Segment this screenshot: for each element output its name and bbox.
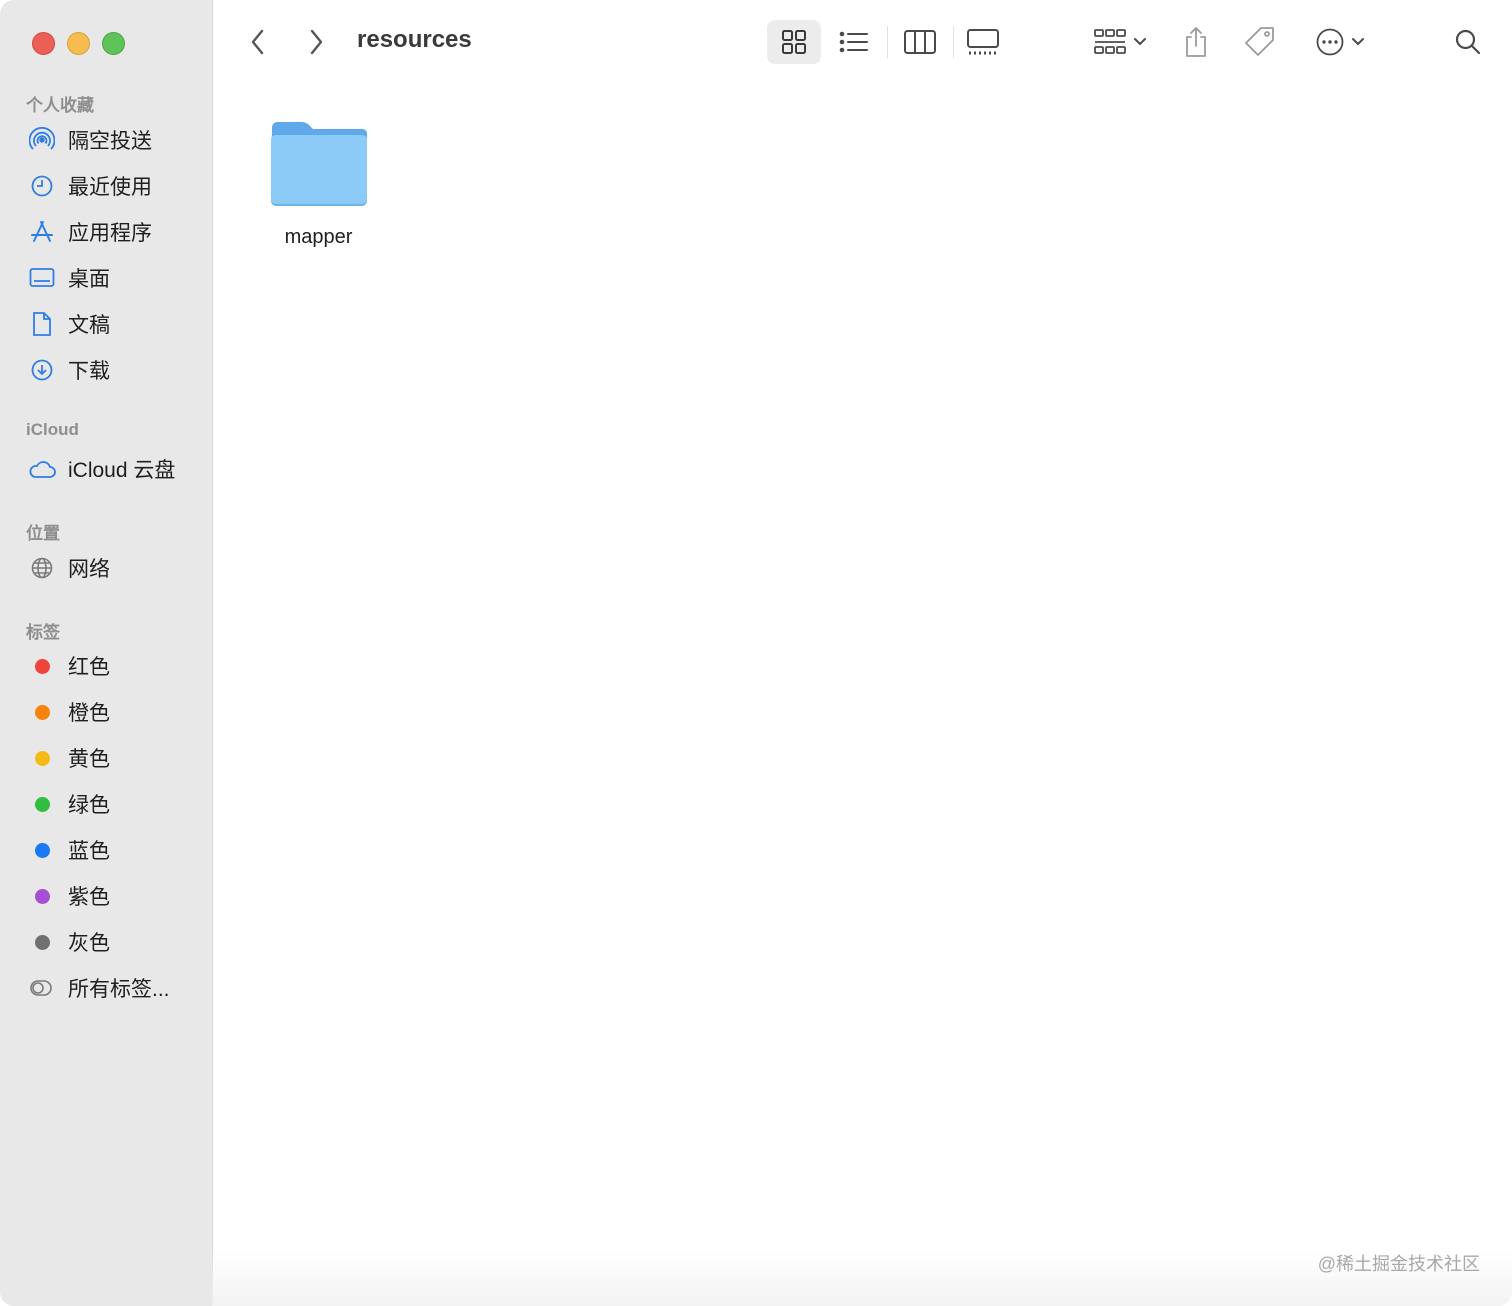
sidebar-item-label: 网络: [68, 558, 110, 581]
sidebar-item-label: iCloud 云盘: [68, 459, 176, 482]
finder-window: 个人收藏 隔空投送 最近使用 应用程序 桌面 文稿 下载 iCloud iClo…: [0, 0, 1512, 1306]
group-icon: [1094, 29, 1126, 54]
tag-color-icon: [34, 796, 50, 812]
sidebar-item-label: 灰色: [68, 932, 110, 955]
globe-icon: [28, 554, 56, 582]
search-button[interactable]: [1448, 20, 1488, 64]
back-button[interactable]: [240, 24, 276, 60]
locations-section-title: 位置: [26, 524, 60, 543]
gallery-view-button[interactable]: [959, 20, 1007, 64]
group-by-button[interactable]: [1088, 20, 1152, 64]
toolbar-separator: [953, 26, 954, 58]
sidebar-tag-gray[interactable]: 灰色: [28, 926, 204, 958]
tag-color-icon: [34, 934, 50, 950]
tag-color-icon: [34, 658, 50, 674]
sidebar-item-downloads[interactable]: 下载: [28, 354, 204, 386]
chevron-down-icon: [1134, 38, 1146, 46]
desktop-icon: [28, 264, 56, 292]
grid-icon: [782, 30, 806, 54]
folder-label[interactable]: mapper: [246, 226, 391, 249]
download-icon: [28, 356, 56, 384]
sidebar-item-network[interactable]: 网络: [28, 552, 204, 584]
sidebar-tag-orange[interactable]: 橙色: [28, 696, 204, 728]
close-window-button[interactable]: [32, 32, 55, 55]
cloud-icon: [28, 455, 56, 483]
folder-item[interactable]: [268, 118, 370, 206]
gallery-icon: [967, 29, 999, 55]
list-icon: [839, 31, 868, 53]
icloud-section-title: iCloud: [26, 420, 79, 439]
document-icon: [28, 310, 56, 338]
window-title: resources: [357, 26, 472, 53]
sidebar-item-label: 隔空投送: [68, 130, 152, 153]
sidebar-item-documents[interactable]: 文稿: [28, 308, 204, 340]
search-icon: [1455, 29, 1481, 55]
sidebar-item-applications[interactable]: 应用程序: [28, 216, 204, 248]
icon-view-button[interactable]: [767, 20, 821, 64]
zoom-window-button[interactable]: [102, 32, 125, 55]
sidebar-item-airdrop[interactable]: 隔空投送: [28, 124, 204, 156]
chevron-right-icon: [310, 29, 323, 55]
sidebar-tag-green[interactable]: 绿色: [28, 788, 204, 820]
sidebar: 个人收藏 隔空投送 最近使用 应用程序 桌面 文稿 下载 iCloud iClo…: [0, 0, 213, 1306]
all-tags-icon: [28, 974, 56, 1002]
sidebar-item-label: 桌面: [68, 268, 110, 291]
tag-color-icon: [34, 750, 50, 766]
forward-button[interactable]: [298, 24, 334, 60]
columns-icon: [904, 30, 936, 54]
sidebar-tag-yellow[interactable]: 黄色: [28, 742, 204, 774]
sidebar-item-label: 文稿: [68, 314, 110, 337]
sidebar-item-label: 黄色: [68, 748, 110, 771]
sidebar-item-label: 红色: [68, 656, 110, 679]
favorites-section-title: 个人收藏: [26, 96, 94, 115]
watermark: @稀土掘金技术社区: [1317, 1254, 1480, 1274]
share-icon: [1186, 27, 1206, 57]
share-button[interactable]: [1176, 20, 1216, 64]
tag-color-icon: [34, 888, 50, 904]
more-actions-button[interactable]: [1308, 20, 1372, 64]
sidebar-item-label: 蓝色: [68, 840, 110, 863]
sidebar-item-label: 最近使用: [68, 176, 152, 199]
folder-icon: [271, 122, 367, 206]
sidebar-tag-purple[interactable]: 紫色: [28, 880, 204, 912]
window-controls: [32, 32, 125, 55]
tag-icon: [1245, 27, 1274, 56]
sidebar-tag-red[interactable]: 红色: [28, 650, 204, 682]
sidebar-item-label: 紫色: [68, 886, 110, 909]
airdrop-icon: [28, 126, 56, 154]
sidebar-item-icloud-drive[interactable]: iCloud 云盘: [28, 453, 204, 485]
tags-section-title: 标签: [26, 623, 60, 642]
sidebar-item-label: 绿色: [68, 794, 110, 817]
toolbar-separator: [887, 26, 888, 58]
sidebar-item-recents[interactable]: 最近使用: [28, 170, 204, 202]
clock-icon: [28, 172, 56, 200]
tag-color-icon: [34, 842, 50, 858]
sidebar-item-label: 橙色: [68, 702, 110, 725]
sidebar-all-tags[interactable]: 所有标签...: [28, 972, 204, 1004]
minimize-window-button[interactable]: [67, 32, 90, 55]
sidebar-item-desktop[interactable]: 桌面: [28, 262, 204, 294]
column-view-button[interactable]: [896, 20, 944, 64]
ellipsis-circle-icon: [1316, 28, 1344, 56]
file-browser-area: [213, 86, 1512, 1306]
sidebar-item-label: 下载: [68, 360, 110, 383]
sidebar-tag-blue[interactable]: 蓝色: [28, 834, 204, 866]
chevron-left-icon: [251, 29, 264, 55]
list-view-button[interactable]: [830, 20, 878, 64]
apps-icon: [28, 218, 56, 246]
tag-button[interactable]: [1238, 20, 1282, 64]
chevron-down-icon: [1352, 38, 1364, 46]
sidebar-item-label: 应用程序: [68, 222, 152, 245]
tag-color-icon: [34, 704, 50, 720]
sidebar-item-label: 所有标签...: [68, 978, 170, 1001]
